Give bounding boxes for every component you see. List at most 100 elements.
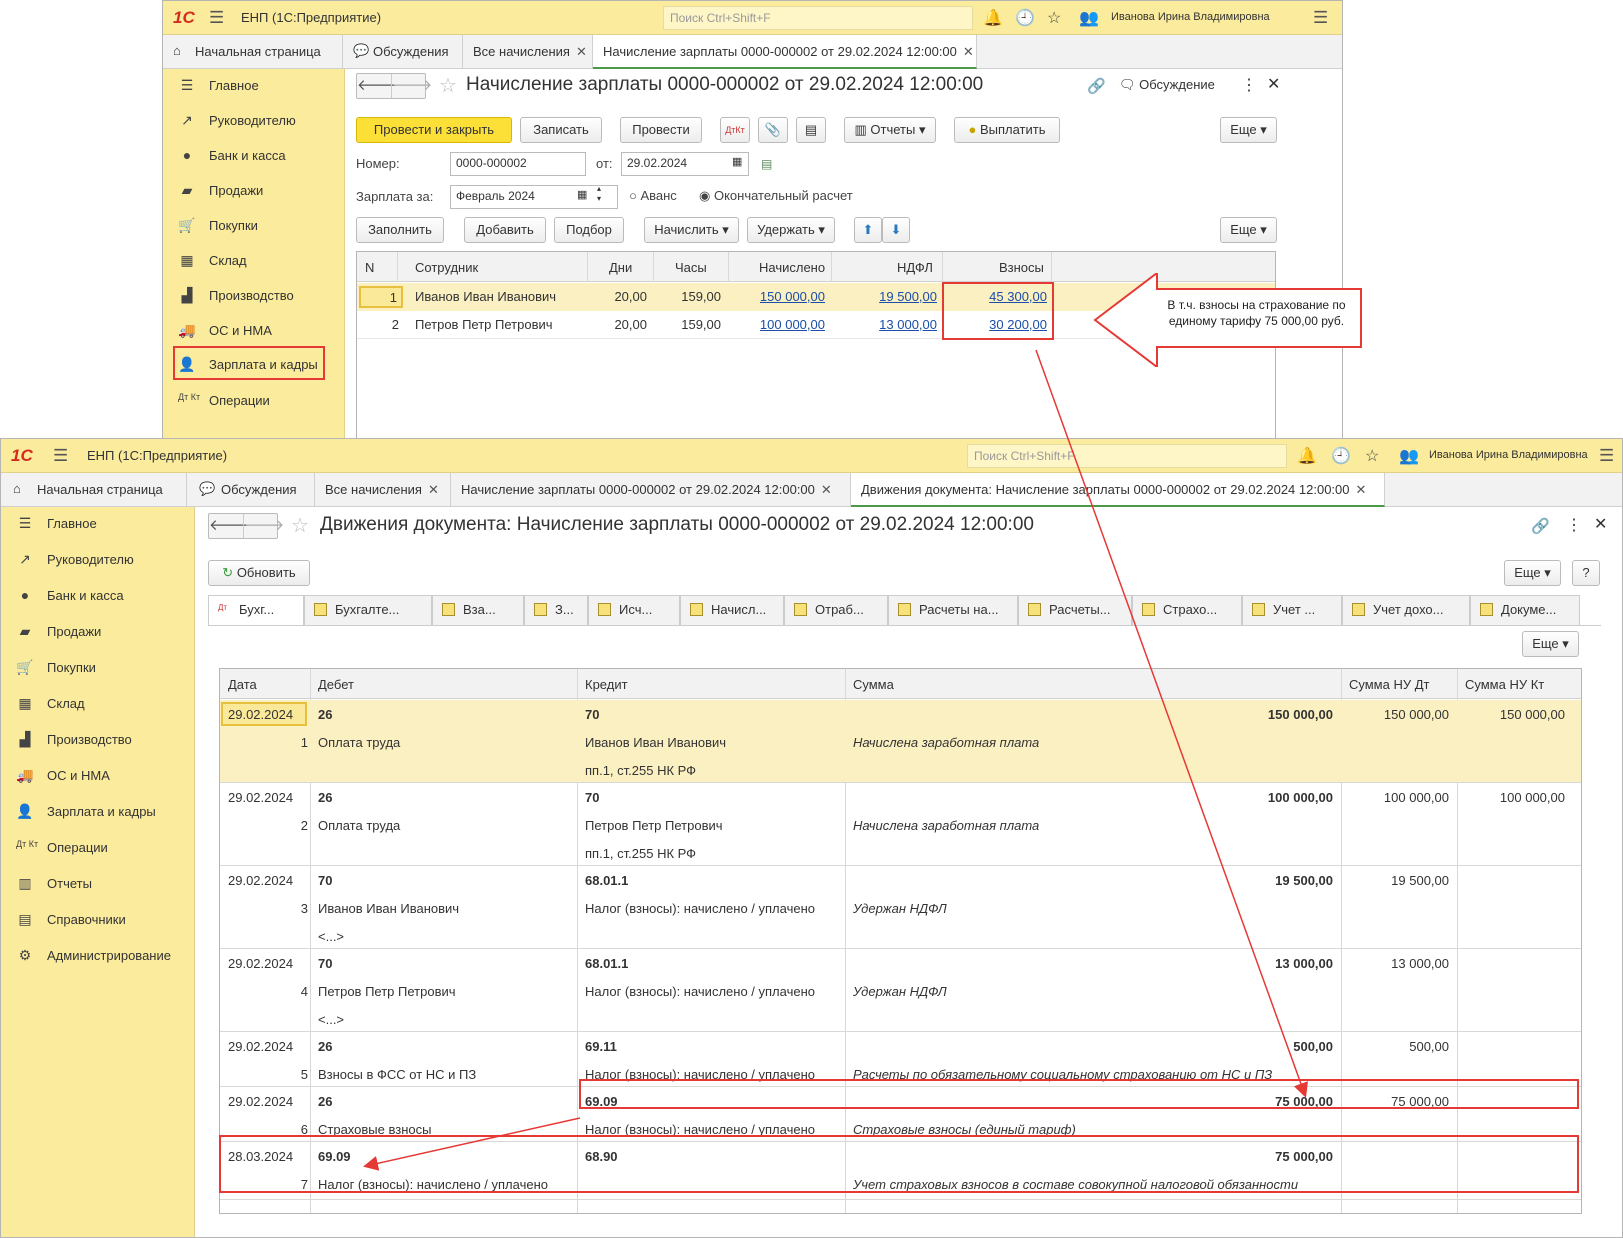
sidebar-item-warehouse[interactable]: ▦ Склад <box>163 244 246 278</box>
sidebar-item-bank[interactable]: ● Банк и касса <box>1 579 124 613</box>
tab-home[interactable]: ⌂ Начальная страница <box>163 35 343 69</box>
back-icon[interactable]: 🡐 <box>357 74 397 98</box>
move-up-icon[interactable]: ⬆ <box>854 217 882 243</box>
dtkt-icon[interactable]: ДтКт <box>720 117 750 143</box>
cell-accrued[interactable]: 100 000,00 <box>731 317 825 332</box>
more-button[interactable]: Еще ▾ <box>1220 117 1277 143</box>
back-icon[interactable]: 🡐 <box>209 514 249 538</box>
register-tab[interactable]: Вза... <box>432 595 524 625</box>
more-vert-icon[interactable]: ⋮ <box>1241 75 1257 95</box>
sidebar-item-purchases[interactable]: 🛒 Покупки <box>163 209 258 243</box>
close-icon[interactable]: ✕ <box>428 482 439 497</box>
final-radio[interactable]: ◉ Окончательный расчет <box>699 188 853 204</box>
close-icon[interactable]: ✕ <box>963 44 974 59</box>
post-button[interactable]: Провести <box>620 117 702 143</box>
user-icon[interactable]: 👥 <box>1399 446 1419 466</box>
sidebar-item-operations[interactable]: Дт Кт Операции <box>1 831 108 865</box>
close-icon[interactable]: ✕ <box>1267 74 1280 94</box>
post-close-button[interactable]: Провести и закрыть <box>356 117 512 143</box>
help-button[interactable]: ? <box>1572 560 1600 586</box>
sidebar-item-sales[interactable]: ▰ Продажи <box>1 615 102 649</box>
sidebar-item-purchases[interactable]: 🛒 Покупки <box>1 651 96 685</box>
sidebar-item-manager[interactable]: ↗ Руководителю <box>1 543 134 577</box>
search-input[interactable]: Поиск Ctrl+Shift+F <box>663 6 973 30</box>
sidebar-item-production[interactable]: ▟ Производство <box>163 279 294 313</box>
sidebar-item-assets[interactable]: 🚚 ОС и НМА <box>163 314 272 348</box>
date-field[interactable]: 29.02.2024 <box>621 152 749 176</box>
sidebar-item-reports[interactable]: ▥ Отчеты <box>1 867 92 901</box>
number-field[interactable]: 0000-000002 <box>450 152 586 176</box>
save-button[interactable]: Записать <box>520 117 602 143</box>
bell-icon[interactable]: 🔔 <box>1297 446 1317 466</box>
tab-movements[interactable]: Движения документа: Начисление зарплаты … <box>851 473 1385 507</box>
forward-icon[interactable]: 🡒 <box>243 514 284 538</box>
more-button[interactable]: Еще ▾ <box>1220 217 1277 243</box>
calendar-icon[interactable]: ▦ <box>732 155 742 168</box>
search-input[interactable]: Поиск Ctrl+Shift+F <box>967 444 1287 468</box>
refresh-button[interactable]: ↻ Обновить <box>208 560 310 586</box>
register-tab[interactable]: Исч... <box>588 595 680 625</box>
sidebar-item-catalogs[interactable]: ▤ Справочники <box>1 903 125 937</box>
register-tab[interactable]: Учет дохо... <box>1342 595 1470 625</box>
register-tab[interactable]: Дт Бухг... <box>208 595 304 626</box>
move-down-icon[interactable]: ⬇ <box>882 217 910 243</box>
history-icon[interactable]: 🕘 <box>1015 8 1035 28</box>
bell-icon[interactable]: 🔔 <box>983 8 1003 28</box>
more-button[interactable]: Еще ▾ <box>1522 631 1579 657</box>
stepper-icon[interactable]: ▴ ▾ <box>597 184 601 204</box>
register-tab[interactable]: Начисл... <box>680 595 784 625</box>
menu-icon[interactable]: ☰ <box>209 8 224 28</box>
accrue-button[interactable]: Начислить ▾ <box>644 217 739 243</box>
reports-button[interactable]: ▥ Отчеты ▾ <box>844 117 936 143</box>
table-row[interactable]: 29.02.2024 4 70 Петров Петр Петрович <...> 68… <box>220 949 1581 1032</box>
star-icon[interactable]: ☆ <box>291 513 309 538</box>
discussion-button[interactable]: 🗨 Обсуждение <box>1119 77 1215 93</box>
link-icon[interactable]: 🔗 <box>1087 77 1106 95</box>
pay-button[interactable]: ● Выплатить <box>954 117 1060 143</box>
withhold-button[interactable]: Удержать ▾ <box>747 217 835 243</box>
link-icon[interactable]: 🔗 <box>1531 517 1550 535</box>
sidebar-item-main[interactable]: ☰ Главное <box>1 507 97 541</box>
register-tab[interactable]: Страхо... <box>1132 595 1242 625</box>
sidebar-item-bank[interactable]: ● Банк и касса <box>163 139 286 173</box>
cell-accrued[interactable]: 150 000,00 <box>731 289 825 304</box>
more-vert-icon[interactable]: ⋮ <box>1566 515 1582 535</box>
close-icon[interactable]: ✕ <box>1594 514 1607 534</box>
advance-radio[interactable]: ○ Аванс <box>629 188 677 203</box>
favorites-icon[interactable]: ☆ <box>1047 8 1061 28</box>
sidebar-item-manager[interactable]: ↗ Руководителю <box>163 104 296 138</box>
forward-icon[interactable]: 🡒 <box>391 74 432 98</box>
tab-discussions[interactable]: 💬 Обсуждения <box>343 35 463 69</box>
cell-ndfl[interactable]: 19 500,00 <box>845 289 937 304</box>
register-tab[interactable]: Расчеты на... <box>888 595 1018 625</box>
history-icon[interactable]: 🕘 <box>1331 446 1351 466</box>
register-tab[interactable]: Учет ... <box>1242 595 1342 625</box>
tab-all-accruals[interactable]: Все начисления ✕ <box>463 35 593 69</box>
sidebar-item-main[interactable]: ☰ Главное <box>163 69 259 103</box>
fill-button[interactable]: Заполнить <box>356 217 444 243</box>
user-icon[interactable]: 👥 <box>1079 8 1099 28</box>
add-button[interactable]: Добавить <box>464 217 546 243</box>
menu-icon[interactable]: ☰ <box>53 446 68 466</box>
cell-ndfl[interactable]: 13 000,00 <box>845 317 937 332</box>
register-tab[interactable]: Расчеты... <box>1018 595 1132 625</box>
sidebar-item-sales[interactable]: ▰ Продажи <box>163 174 264 208</box>
favorites-icon[interactable]: ☆ <box>1365 446 1379 466</box>
tab-payroll-doc[interactable]: Начисление зарплаты 0000-000002 от 29.02… <box>451 473 851 507</box>
settings-menu-icon[interactable]: ☰ <box>1599 446 1614 466</box>
register-tab[interactable]: Бухгалте... <box>304 595 432 625</box>
close-icon[interactable]: ✕ <box>821 482 832 497</box>
close-icon[interactable]: ✕ <box>576 44 587 59</box>
tab-discussions[interactable]: 💬 Обсуждения <box>187 473 315 507</box>
select-button[interactable]: Подбор <box>554 217 624 243</box>
table-row[interactable]: 29.02.2024 3 70 Иванов Иван Иванович <...> 68… <box>220 866 1581 949</box>
month-field[interactable]: Февраль 2024 <box>450 185 618 209</box>
settings-menu-icon[interactable]: ☰ <box>1313 8 1328 28</box>
star-icon[interactable]: ☆ <box>439 73 457 98</box>
register-tab[interactable]: З... <box>524 595 588 625</box>
sidebar-item-assets[interactable]: 🚚 ОС и НМА <box>1 759 110 793</box>
user-name[interactable]: Иванова Ирина Владимировна <box>1429 449 1588 461</box>
tab-home[interactable]: ⌂ Начальная страница <box>1 473 187 507</box>
structure-icon[interactable]: ▤ <box>796 117 826 143</box>
table-row[interactable]: 29.02.2024 2 26 Оплата труда 70 Петров Петр П… <box>220 783 1581 866</box>
